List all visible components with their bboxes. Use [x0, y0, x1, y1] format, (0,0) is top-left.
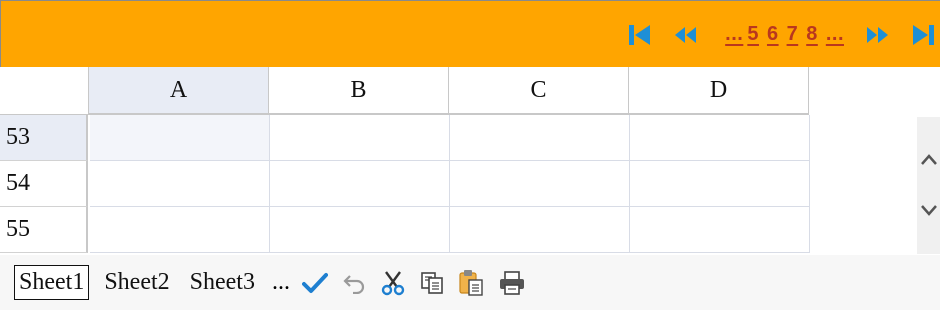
cut-icon[interactable] — [380, 270, 406, 296]
cell-a54[interactable] — [90, 161, 270, 207]
sheet-tab-sheet1[interactable]: Sheet1 — [14, 265, 90, 300]
column-header-row: A B C D — [0, 67, 812, 115]
sheet-tab-sheet3[interactable]: Sheet3 — [185, 265, 260, 300]
paste-icon[interactable] — [458, 269, 484, 297]
select-all-corner[interactable] — [0, 67, 89, 115]
cell-a53[interactable] — [90, 115, 270, 161]
previous-page-icon[interactable] — [675, 26, 697, 44]
column-header-b[interactable]: B — [269, 67, 449, 115]
page-link-6[interactable]: 6 — [767, 23, 779, 46]
print-icon[interactable] — [498, 270, 526, 296]
cell-c54[interactable] — [450, 161, 630, 207]
page-link-5[interactable]: 5 — [747, 23, 759, 46]
cell-b54[interactable] — [270, 161, 450, 207]
scroll-up-icon[interactable] — [920, 153, 938, 172]
page-ellipsis-end[interactable]: ... — [826, 23, 844, 46]
page-ellipsis-start[interactable]: ... — [725, 23, 743, 46]
cell-b55[interactable] — [270, 207, 450, 253]
row-header-55[interactable]: 55 — [0, 207, 88, 253]
row-header-53[interactable]: 53 — [0, 115, 88, 161]
sheet-tab-sheet2[interactable]: Sheet2 — [99, 265, 174, 300]
column-header-d[interactable]: D — [629, 67, 809, 115]
vertical-scrollbar[interactable] — [917, 117, 940, 254]
undo-icon[interactable] — [342, 272, 366, 294]
sheet-tab-bar: Sheet1 Sheet2 Sheet3 ... — [0, 255, 940, 310]
next-page-icon[interactable] — [866, 26, 888, 44]
copy-icon[interactable] — [420, 271, 444, 295]
cell-c53[interactable] — [450, 115, 630, 161]
row-header-54[interactable]: 54 — [0, 161, 88, 207]
cell-b53[interactable] — [270, 115, 450, 161]
bottom-strip — [0, 310, 940, 322]
page-link-8[interactable]: 8 — [806, 23, 818, 46]
pager-bar: ... 5 6 7 8 ... — [0, 0, 940, 67]
last-page-icon[interactable] — [912, 23, 934, 47]
column-header-c[interactable]: C — [449, 67, 629, 115]
check-icon[interactable] — [301, 272, 328, 294]
cell-c55[interactable] — [450, 207, 630, 253]
more-sheets-button[interactable]: ... — [272, 269, 290, 296]
cell-a55[interactable] — [90, 207, 270, 253]
cell-d53[interactable] — [630, 115, 810, 161]
column-header-a[interactable]: A — [89, 67, 269, 115]
cell-d55[interactable] — [630, 207, 810, 253]
page-link-7[interactable]: 7 — [787, 23, 799, 46]
scroll-down-icon[interactable] — [920, 203, 938, 222]
first-page-icon[interactable] — [629, 23, 651, 47]
pager: ... 5 6 7 8 ... — [629, 1, 940, 68]
cell-d54[interactable] — [630, 161, 810, 207]
sheet-tabs: Sheet1 Sheet2 Sheet3 ... — [14, 265, 540, 300]
